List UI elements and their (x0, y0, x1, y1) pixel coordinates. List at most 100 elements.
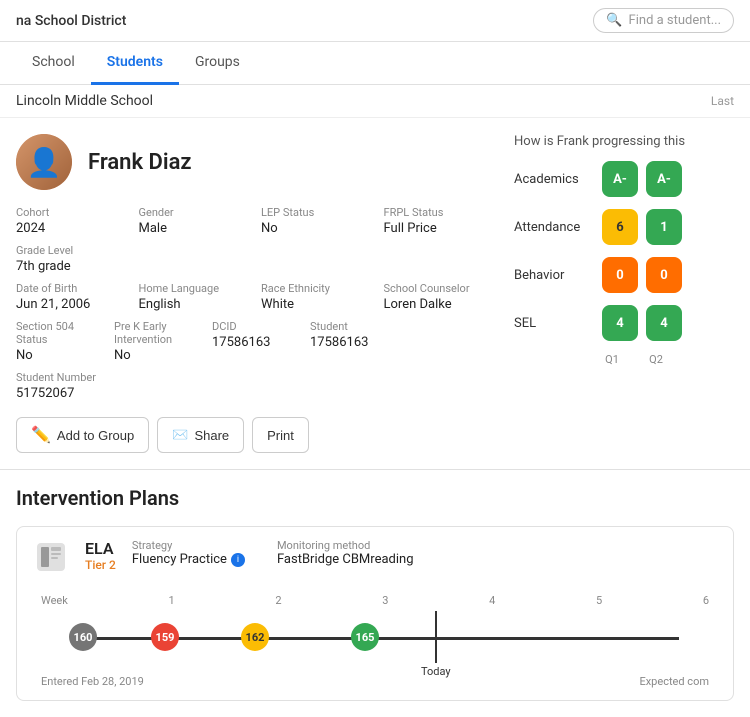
search-icon: 🔍 (606, 13, 622, 28)
timeline-dot-1: 160 (69, 623, 97, 651)
share-button[interactable]: ✉️ Share (157, 417, 244, 453)
student-header: 👤 Frank Diaz (16, 134, 494, 190)
sel-row: SEL 4 4 (514, 305, 734, 341)
week-3-label: 3 (382, 594, 388, 607)
counselor-value: Loren Dalke (384, 297, 495, 312)
counselor-label: School Counselor (384, 282, 495, 295)
plus-icon: ✏️ (31, 425, 51, 445)
section504-field: Section 504 Status No (16, 320, 102, 363)
gender-field: Gender Male (139, 206, 250, 236)
frpl-label: FRPL Status (384, 206, 495, 219)
prek-value: No (114, 348, 200, 363)
cohort-value: 2024 (16, 221, 127, 236)
frpl-field: FRPL Status Full Price (384, 206, 495, 236)
tab-school[interactable]: School (16, 42, 91, 85)
gender-value: Male (139, 221, 250, 236)
avatar: 👤 (16, 134, 72, 190)
student-name: Frank Diaz (88, 150, 192, 175)
academics-row: Academics A- A- (514, 161, 734, 197)
monitoring-label: Monitoring method (277, 539, 414, 552)
student-num-label: Student Number (16, 371, 133, 384)
dcid-label: DCID (212, 320, 298, 333)
progress-title: How is Frank progressing this (514, 134, 734, 149)
gender-label: Gender (139, 206, 250, 219)
counselor-field: School Counselor Loren Dalke (384, 282, 495, 312)
behavior-q2: 0 (646, 257, 682, 293)
timeline-container: Week 1 2 3 4 5 6 160 159 162 165 (33, 594, 717, 688)
home-lang-label: Home Language (139, 282, 250, 295)
prek-field: Pre K Early Intervention No (114, 320, 200, 363)
strategy-info-icon[interactable]: i (231, 553, 245, 567)
avatar-image: 👤 (16, 134, 72, 190)
cohort-label: Cohort (16, 206, 127, 219)
today-label: Today (421, 665, 451, 678)
avatar-face: 👤 (16, 134, 72, 190)
tab-students[interactable]: Students (91, 42, 179, 85)
week-2-label: 2 (275, 594, 281, 607)
prek-label: Pre K Early Intervention (114, 320, 200, 346)
dob-label: Date of Birth (16, 282, 127, 295)
student-id-field: Student 17586163 (310, 320, 396, 363)
info-row-4: Student Number 51752067 (16, 371, 494, 401)
cohort-field: Cohort 2024 (16, 206, 127, 236)
timeline-footer: Entered Feb 28, 2019 Expected com (41, 675, 709, 688)
race-label: Race Ethnicity (261, 282, 372, 295)
expected-label: Expected com (639, 675, 709, 688)
behavior-label: Behavior (514, 268, 594, 283)
sel-q2: 4 (646, 305, 682, 341)
timeline-dot-2: 159 (151, 623, 179, 651)
entered-label: Entered Feb 28, 2019 (41, 675, 144, 688)
add-to-group-button[interactable]: ✏️ Add to Group (16, 417, 149, 453)
lep-field: LEP Status No (261, 206, 372, 236)
attendance-row: Attendance 6 1 (514, 209, 734, 245)
print-button[interactable]: Print (252, 417, 309, 453)
timeline-dot-4: 165 (351, 623, 379, 651)
student-left: 👤 Frank Diaz Cohort 2024 Gender Male LEP… (16, 134, 494, 453)
plan-meta: Strategy Fluency Practice i Monitoring m… (132, 539, 414, 567)
info-row-1: Cohort 2024 Gender Male LEP Status No FR… (16, 206, 494, 274)
student-id-value: 17586163 (310, 335, 396, 350)
strategy-field: Strategy Fluency Practice i (132, 539, 245, 567)
monitoring-field: Monitoring method FastBridge CBMreading (277, 539, 414, 567)
plan-book-icon (33, 539, 69, 582)
grade-field: Grade Level 7th grade (16, 244, 127, 274)
home-lang-field: Home Language English (139, 282, 250, 312)
dob-field: Date of Birth Jun 21, 2006 (16, 282, 127, 312)
grade-label: Grade Level (16, 244, 127, 257)
nav-tabs: School Students Groups (0, 42, 750, 85)
tab-groups[interactable]: Groups (179, 42, 256, 85)
search-placeholder: Find a student... (629, 13, 721, 28)
quarter-labels: Q1 Q2 (514, 353, 734, 366)
dcid-value: 17586163 (212, 335, 298, 350)
today-marker: Today (421, 611, 451, 678)
plan-subject-info: ELA Tier 2 (85, 539, 116, 572)
dcid-field: DCID 17586163 (212, 320, 298, 363)
student-id-label: Student (310, 320, 396, 333)
week-header: Week (41, 594, 68, 607)
info-row-3: Section 504 Status No Pre K Early Interv… (16, 320, 494, 363)
week-6-label: 6 (703, 594, 709, 607)
monitoring-value: FastBridge CBMreading (277, 552, 414, 567)
search-box[interactable]: 🔍 Find a student... (593, 8, 734, 33)
student-num-value: 51752067 (16, 386, 133, 401)
grade-value: 7th grade (16, 259, 127, 274)
frpl-value: Full Price (384, 221, 495, 236)
race-value: White (261, 297, 372, 312)
academics-q2: A- (646, 161, 682, 197)
lep-value: No (261, 221, 372, 236)
behavior-q1: 0 (602, 257, 638, 293)
info-row-2: Date of Birth Jun 21, 2006 Home Language… (16, 282, 494, 312)
school-name: Lincoln Middle School (16, 93, 153, 109)
student-num-field: Student Number 51752067 (16, 371, 133, 401)
race-field: Race Ethnicity White (261, 282, 372, 312)
week-4-label: 4 (489, 594, 495, 607)
week-1-label: 1 (169, 594, 175, 607)
strategy-label: Strategy (132, 539, 245, 552)
behavior-row: Behavior 0 0 (514, 257, 734, 293)
intervention-section: Intervention Plans ELA Tier 2 Strategy (0, 470, 750, 717)
attendance-label: Attendance (514, 220, 594, 235)
today-line (435, 611, 437, 663)
sel-q1: 4 (602, 305, 638, 341)
timeline-dot-3: 162 (241, 623, 269, 651)
lep-label: LEP Status (261, 206, 372, 219)
